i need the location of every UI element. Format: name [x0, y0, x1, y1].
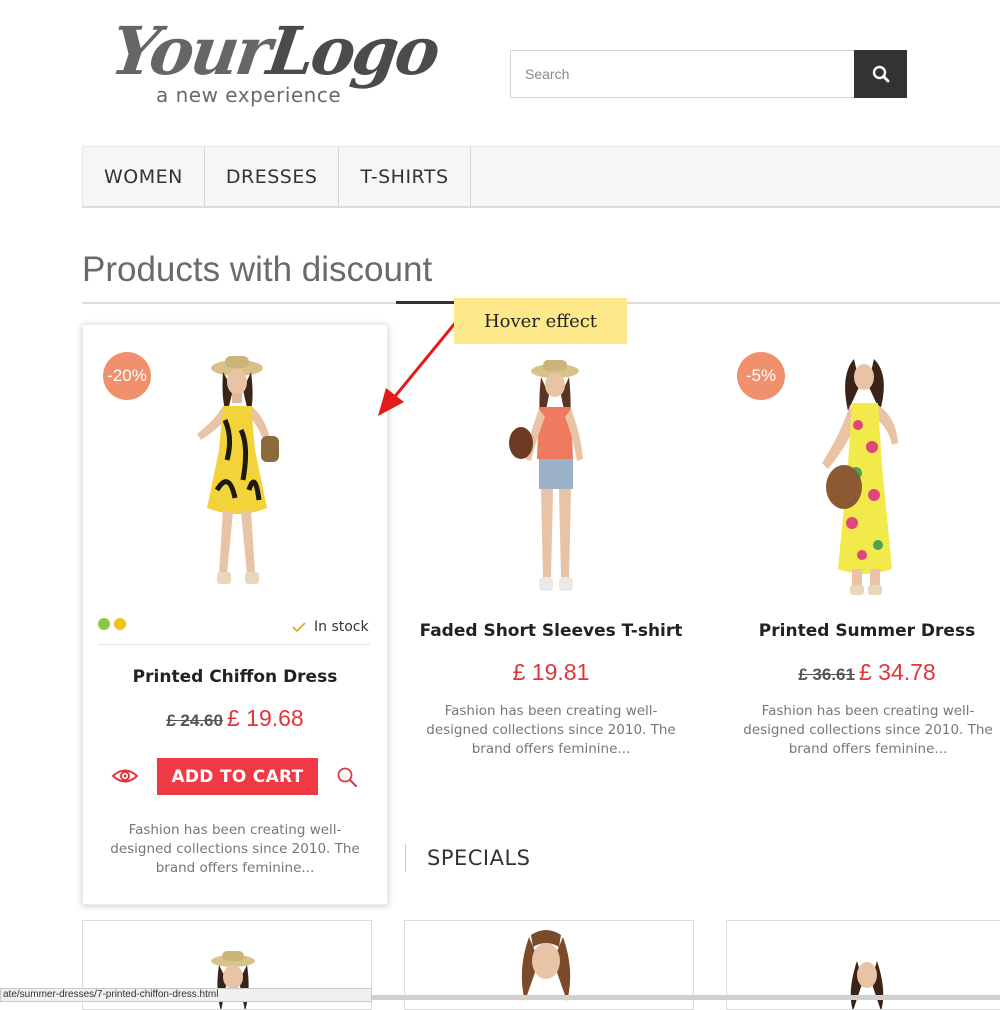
product-name[interactable]: Faded Short Sleeves T-shirt	[400, 621, 702, 641]
stock-status: In stock	[292, 619, 369, 635]
product-description: Fashion has been creating well-designed …	[110, 822, 360, 876]
old-price: £ 36.61	[798, 665, 855, 684]
stock-label: In stock	[314, 619, 369, 635]
product-name[interactable]: Printed Chiffon Dress	[82, 667, 388, 687]
product-image-printed-summer-dress[interactable]	[800, 355, 920, 600]
discount-badge: -5%	[737, 352, 785, 400]
current-price: £ 19.68	[226, 705, 304, 731]
specials-divider	[405, 844, 406, 872]
discount-badge: -20%	[103, 352, 151, 400]
menu-item-women[interactable]: WOMEN	[82, 147, 205, 206]
current-price: £ 34.78	[858, 659, 936, 685]
product-description: Fashion has been creating well-designed …	[743, 703, 993, 757]
search-input[interactable]	[510, 50, 854, 98]
search-icon	[872, 65, 889, 83]
color-swatch-green[interactable]	[98, 618, 110, 630]
product-description: Fashion has been creating well-designed …	[426, 703, 676, 757]
product-image-faded-tshirt[interactable]	[495, 355, 605, 600]
zoom-icon[interactable]	[336, 766, 358, 788]
main-menu: WOMEN DRESSES T-SHIRTS	[82, 146, 1000, 208]
menu-item-tshirts[interactable]: T-SHIRTS	[339, 147, 471, 206]
specials-title: SPECIALS	[427, 846, 531, 870]
logo-text-b: Logo	[262, 12, 443, 90]
search-button[interactable]	[854, 50, 907, 98]
product-image-printed-chiffon-dress[interactable]	[175, 350, 295, 605]
section-divider-accent	[396, 301, 456, 304]
price-row: £ 24.60 £ 19.68	[82, 705, 388, 732]
logo-text-a: Your	[106, 12, 274, 90]
horizontal-scrollbar[interactable]	[372, 995, 1000, 1000]
section-title: Products with discount	[82, 250, 433, 289]
color-swatch-yellow[interactable]	[114, 618, 126, 630]
quick-view-eye-icon[interactable]	[111, 766, 139, 786]
logo-tagline: a new experience	[156, 83, 342, 107]
arrow-icon	[378, 321, 458, 416]
card-divider	[98, 644, 370, 645]
product-name[interactable]: Printed Summer Dress	[718, 621, 1000, 641]
search-bar	[510, 50, 907, 98]
current-price: £ 19.81	[512, 659, 590, 685]
add-to-cart-button[interactable]: ADD TO CART	[157, 758, 318, 795]
old-price: £ 24.60	[166, 711, 223, 730]
site-logo[interactable]: YourLogo	[107, 12, 443, 90]
menu-item-dresses[interactable]: DRESSES	[205, 147, 340, 206]
check-icon	[292, 622, 306, 633]
price-row: £ 19.81	[400, 659, 702, 686]
color-swatches	[98, 618, 130, 630]
hover-effect-callout: Hover effect	[454, 298, 627, 344]
price-row: £ 36.61 £ 34.78	[718, 659, 1000, 686]
